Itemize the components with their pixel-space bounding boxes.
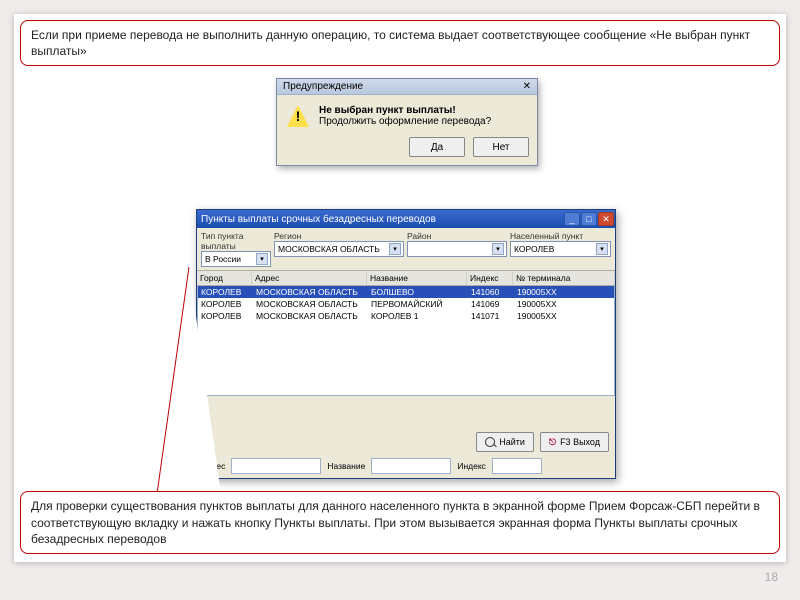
- yes-button[interactable]: Да: [409, 137, 465, 157]
- warning-dialog-message: Не выбран пункт выплаты! Продолжить офор…: [319, 105, 491, 127]
- bottom-name-label: Название: [327, 461, 365, 471]
- warning-line1: Не выбран пункт выплаты!: [319, 105, 491, 116]
- callout-bottom: Для проверки существования пунктов выпла…: [20, 491, 780, 554]
- filter-region-combo[interactable]: МОСКОВСКАЯ ОБЛАСТЬ ▾: [274, 241, 404, 257]
- close-icon[interactable]: ✕: [523, 81, 531, 92]
- cell: 190005XX: [514, 310, 614, 322]
- cell: 141060: [468, 286, 514, 298]
- cell: БОЛШЕВО: [368, 286, 468, 298]
- filter-type-value: В России: [205, 254, 241, 264]
- filter-settlement-label: Населенный пункт: [510, 231, 611, 241]
- col-name[interactable]: Название: [367, 271, 467, 285]
- filter-district-label: Район: [407, 231, 507, 241]
- search-icon: [485, 437, 495, 447]
- filter-type-label: Тип пункта выплаты: [201, 231, 271, 251]
- callout-top: Если при приеме перевода не выполнить да…: [20, 20, 780, 66]
- cell: МОСКОВСКАЯ ОБЛАСТЬ: [253, 310, 368, 322]
- filter-region-label: Регион: [274, 231, 404, 241]
- col-index[interactable]: Индекс: [467, 271, 513, 285]
- bottom-name-input[interactable]: [371, 458, 451, 474]
- window-titlebar: Пункты выплаты срочных безадресных перев…: [197, 210, 615, 228]
- filter-district-combo[interactable]: ▾: [407, 241, 507, 257]
- payout-points-window: Пункты выплаты срочных безадресных перев…: [196, 209, 616, 479]
- chevron-down-icon: ▾: [596, 243, 608, 255]
- filter-settlement-combo[interactable]: КОРОЛЕВ ▾: [510, 241, 611, 257]
- warning-dialog-titlebar: Предупреждение ✕: [277, 79, 537, 95]
- exit-icon: ⎋: [549, 437, 556, 448]
- col-address[interactable]: Адрес: [252, 271, 367, 285]
- filter-settlement-value: КОРОЛЕВ: [514, 244, 554, 254]
- cell: МОСКОВСКАЯ ОБЛАСТЬ: [253, 286, 368, 298]
- table-row[interactable]: КОРОЛЕВ МОСКОВСКАЯ ОБЛАСТЬ ПЕРВОМАЙСКИЙ …: [198, 298, 614, 310]
- table-row[interactable]: КОРОЛЕВ МОСКОВСКАЯ ОБЛАСТЬ БОЛШЕВО 14106…: [198, 286, 614, 298]
- cell: ПЕРВОМАЙСКИЙ: [368, 298, 468, 310]
- cell: 141069: [468, 298, 514, 310]
- find-button[interactable]: Найти: [476, 432, 534, 452]
- bottom-address-input[interactable]: [231, 458, 321, 474]
- close-icon[interactable]: ✕: [598, 212, 614, 226]
- cell: МОСКОВСКАЯ ОБЛАСТЬ: [253, 298, 368, 310]
- slide-surface: Если при приеме перевода не выполнить да…: [14, 14, 786, 562]
- bottom-index-label: Индекс: [457, 461, 486, 471]
- filter-type-combo[interactable]: В России ▾: [201, 251, 271, 267]
- table-row[interactable]: КОРОЛЕВ МОСКОВСКАЯ ОБЛАСТЬ КОРОЛЕВ 1 141…: [198, 310, 614, 322]
- bottom-toolbar: Адрес Название Индекс: [201, 458, 611, 474]
- warning-icon: [287, 105, 309, 127]
- bottom-index-input[interactable]: [492, 458, 542, 474]
- grid-header: Город Адрес Название Индекс № терминала: [197, 270, 615, 286]
- grid-body[interactable]: КОРОЛЕВ МОСКОВСКАЯ ОБЛАСТЬ БОЛШЕВО 14106…: [197, 286, 615, 396]
- filter-region-value: МОСКОВСКАЯ ОБЛАСТЬ: [278, 244, 380, 254]
- callout-top-text: Если при приеме перевода не выполнить да…: [31, 28, 750, 58]
- cell: КОРОЛЕВ 1: [368, 310, 468, 322]
- maximize-icon[interactable]: □: [581, 212, 597, 226]
- cell: 141071: [468, 310, 514, 322]
- chevron-down-icon: ▾: [256, 253, 268, 265]
- callout-bottom-text: Для проверки существования пунктов выпла…: [31, 499, 760, 545]
- exit-button-label: F3 Выход: [560, 437, 600, 447]
- chevron-down-icon: ▾: [492, 243, 504, 255]
- cell: 190005XX: [514, 298, 614, 310]
- chevron-down-icon: ▾: [389, 243, 401, 255]
- warning-dialog: Предупреждение ✕ Не выбран пункт выплаты…: [276, 78, 538, 166]
- page-number: 18: [765, 570, 778, 584]
- col-terminal[interactable]: № терминала: [513, 271, 615, 285]
- window-title-text: Пункты выплаты срочных безадресных перев…: [201, 214, 436, 225]
- callout-pointer: [149, 267, 229, 517]
- no-button[interactable]: Нет: [473, 137, 529, 157]
- warning-line2: Продолжить оформление перевода?: [319, 116, 491, 127]
- warning-dialog-title: Предупреждение: [283, 81, 363, 92]
- find-button-label: Найти: [499, 437, 525, 447]
- cell: 190005XX: [514, 286, 614, 298]
- exit-button[interactable]: ⎋ F3 Выход: [540, 432, 609, 452]
- minimize-icon[interactable]: _: [564, 212, 580, 226]
